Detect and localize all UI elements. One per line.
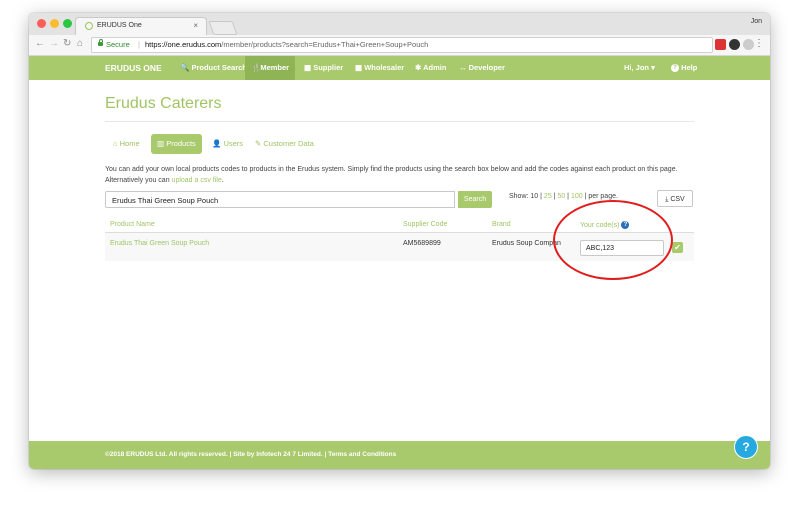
- nav-help-label: Help: [681, 63, 698, 72]
- maximize-window-icon[interactable]: [63, 19, 72, 28]
- nav-member[interactable]: 🍴Member: [245, 56, 296, 80]
- nav-developer-label: Developer: [468, 63, 505, 72]
- browser-window: ERUDUS One × Jon ← → ↻ ⌂ Secure | https:…: [29, 13, 770, 469]
- pencil-icon: ✎: [255, 139, 262, 148]
- nav-product-search-label: Product Search: [191, 63, 247, 72]
- tab-customer-data-label: Customer Data: [263, 139, 314, 148]
- column-header-product-name[interactable]: Product Name: [110, 221, 155, 228]
- show-suffix: | per page.: [582, 193, 618, 200]
- tab-products[interactable]: ▥ Products: [151, 134, 202, 154]
- browser-menu-icon[interactable]: ⋮: [754, 38, 764, 49]
- page-title: Erudus Caterers: [105, 95, 222, 112]
- tab-close-icon[interactable]: ×: [193, 21, 198, 30]
- divider: [105, 121, 694, 122]
- nav-member-label: Member: [260, 63, 290, 72]
- title-bar: ERUDUS One × Jon: [29, 13, 770, 36]
- erudus-favicon-icon: [85, 22, 93, 30]
- tab-home[interactable]: ⌂ Home: [113, 134, 140, 154]
- lock-icon: [98, 39, 103, 46]
- help-chat-button[interactable]: ?: [734, 435, 758, 459]
- tab-users[interactable]: 👤 Users: [212, 134, 243, 154]
- nav-admin[interactable]: ✱ Admin: [415, 56, 446, 80]
- url-path: /member/products?search=Erudus+Thai+Gree…: [221, 40, 429, 49]
- browser-tab[interactable]: ERUDUS One ×: [75, 17, 207, 36]
- nav-product-search[interactable]: 🔍 Product Search: [180, 56, 247, 80]
- tab-home-label: Home: [119, 139, 140, 148]
- red-annotation-circle: [553, 200, 673, 280]
- page-size-selector: Show: 10 | 25 | 50 | 100 | per page.: [509, 193, 618, 200]
- user-icon: 👤: [212, 139, 222, 148]
- address-bar[interactable]: Secure | https://one.erudus.com/member/p…: [91, 37, 713, 53]
- csv-download-button[interactable]: ⤓ CSV: [657, 190, 693, 207]
- upload-csv-link[interactable]: upload a csv file: [172, 177, 222, 184]
- question-circle-icon: ?: [671, 64, 679, 73]
- page-size-100[interactable]: 100: [571, 193, 583, 200]
- close-window-icon[interactable]: [37, 19, 46, 28]
- description-end: .: [221, 177, 224, 184]
- cutlery-icon: 🍴: [251, 63, 261, 72]
- user-menu[interactable]: Hi, Jon ▾: [624, 56, 655, 80]
- description-line-2: Alternatively you can: [105, 177, 172, 184]
- secure-label: Secure: [106, 40, 130, 49]
- arrows-icon: ↔: [459, 63, 467, 72]
- column-header-supplier-code[interactable]: Supplier Code: [403, 221, 447, 228]
- reload-icon[interactable]: ↻: [63, 38, 71, 50]
- page-description: You can add your own local products code…: [105, 164, 705, 186]
- brand-logo[interactable]: ERUDUS ONE: [105, 63, 162, 73]
- home-icon[interactable]: ⌂: [77, 38, 83, 50]
- extension-dark-icon[interactable]: [729, 39, 740, 50]
- supplier-code-cell: AM5689899: [403, 240, 441, 247]
- search-input[interactable]: Erudus Thai Green Soup Pouch: [105, 191, 455, 208]
- grid-icon: ▦: [304, 63, 312, 72]
- tab-customer-data[interactable]: ✎ Customer Data: [255, 134, 314, 154]
- search-button[interactable]: Search: [458, 191, 492, 208]
- page-size-25[interactable]: 25: [544, 193, 552, 200]
- nav-developer[interactable]: ↔ Developer: [459, 56, 505, 80]
- url-text: https://one.erudus.com/member/products?s…: [145, 38, 428, 52]
- column-header-brand[interactable]: Brand: [492, 221, 511, 228]
- nav-wholesaler[interactable]: ▦ Wholesaler: [355, 56, 404, 80]
- nav-supplier[interactable]: ▦ Supplier: [304, 56, 343, 80]
- url-host: https://one.erudus.com: [145, 40, 222, 49]
- nav-supplier-label: Supplier: [313, 63, 344, 72]
- site-navbar: ERUDUS ONE 🔍 Product Search 🍴Member ▦ Su…: [29, 56, 770, 80]
- minimize-window-icon[interactable]: [50, 19, 59, 28]
- tab-products-label: Products: [166, 139, 196, 148]
- tab-users-label: Users: [223, 139, 244, 148]
- home-icon: ⌂: [113, 139, 118, 148]
- nav-admin-label: Admin: [423, 63, 447, 72]
- address-separator: |: [138, 40, 140, 49]
- footer-text: ©2018 ERUDUS Ltd. All rights reserved. |…: [105, 451, 397, 458]
- barcode-icon: ▥: [157, 139, 165, 148]
- product-name-link[interactable]: Erudus Thai Green Soup Pouch: [110, 240, 209, 247]
- site-footer: ©2018 ERUDUS Ltd. All rights reserved. |…: [29, 441, 770, 469]
- search-icon: 🔍: [180, 63, 190, 72]
- extension-grey-icon[interactable]: [743, 39, 754, 50]
- browser-toolbar: ← → ↻ ⌂ Secure | https://one.erudus.com/…: [29, 35, 770, 56]
- back-arrow-icon[interactable]: ←: [35, 38, 45, 50]
- cog-icon: ✱: [415, 63, 422, 72]
- nav-wholesaler-label: Wholesaler: [364, 63, 405, 72]
- checkmark-icon: ✔: [674, 243, 681, 252]
- save-code-button[interactable]: ✔: [672, 242, 683, 253]
- grid-icon: ▦: [355, 63, 363, 72]
- new-tab-button[interactable]: [208, 21, 238, 35]
- forward-arrow-icon[interactable]: →: [49, 38, 59, 50]
- extension-youtube-icon[interactable]: [715, 39, 726, 50]
- description-line-1: You can add your own local products code…: [105, 166, 678, 173]
- tab-title: ERUDUS One: [97, 22, 142, 29]
- show-prefix: Show:: [509, 193, 531, 200]
- nav-help[interactable]: ? Help: [669, 56, 697, 80]
- browser-user[interactable]: Jon: [751, 18, 762, 25]
